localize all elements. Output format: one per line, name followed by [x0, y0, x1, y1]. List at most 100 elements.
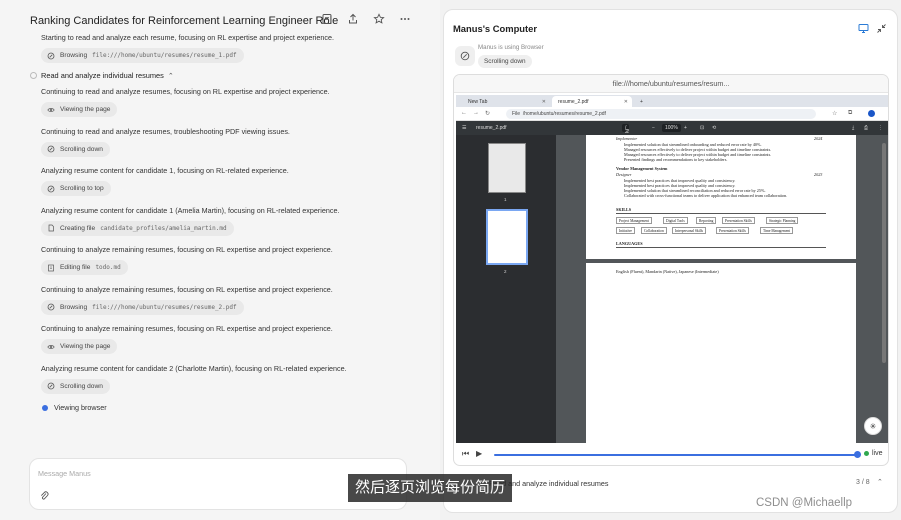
chip-label: Viewing the page — [60, 106, 111, 113]
action-chip[interactable]: Creating file candidate_profiles/amelia_m… — [41, 220, 234, 236]
play-icon[interactable]: ▶ — [476, 449, 482, 458]
live-label: live — [872, 450, 883, 457]
pdf-skill-tag: Strategic Planning — [766, 217, 799, 224]
share-icon[interactable] — [346, 12, 360, 26]
fit-page-icon[interactable]: ⊡ — [700, 125, 704, 131]
playback-track[interactable] — [494, 454, 856, 456]
chip-detail: file:///home/ubuntu/resumes/resume_2.pdf — [92, 303, 237, 311]
browser-window: New Tab ✕ resume_2.pdf ✕ + ← → ↻ File /hom… — [456, 95, 888, 443]
action-chip[interactable]: Scrolling down — [41, 141, 110, 157]
section-read-resumes[interactable]: Read and analyze individual resumes ⌃ — [30, 71, 174, 80]
profile-avatar[interactable] — [868, 110, 875, 117]
chip-label: Scrolling to top — [60, 185, 104, 192]
more-icon[interactable]: ⋮ — [878, 125, 883, 131]
print-icon[interactable]: ⎙ — [864, 125, 868, 131]
monitor-icon[interactable] — [858, 23, 869, 34]
step-text: Starting to read and analyze each resume… — [41, 33, 334, 42]
eye-icon — [46, 105, 55, 114]
file-icon — [46, 224, 55, 233]
chip-label: Scrolling down — [60, 382, 103, 390]
step-text: Continuing to read and analyze resumes, … — [41, 87, 330, 96]
chip-detail: todo.md — [95, 264, 121, 271]
action-chip[interactable]: Viewing the page — [41, 339, 118, 354]
thumbnail-page-1[interactable] — [488, 143, 526, 193]
more-icon[interactable] — [398, 12, 412, 26]
reload-icon[interactable]: ↻ — [485, 110, 490, 117]
pdf-skill-tag: Project Management — [616, 217, 652, 224]
zoom-in-icon[interactable]: + — [684, 125, 687, 131]
tab-label: New Tab — [468, 98, 488, 105]
playback-handle[interactable] — [854, 451, 861, 458]
skip-back-icon[interactable]: ⏮ — [462, 449, 469, 459]
forward-icon[interactable]: → — [473, 110, 479, 116]
pdf-skill-tag: Interpersonal Skills — [672, 227, 707, 234]
pdf-viewer[interactable]: Implementer 2024 Implemented solution th… — [556, 135, 888, 443]
step-text: Analyzing resume content for candidate 1… — [41, 205, 340, 215]
chip-label: Viewing the page — [60, 343, 111, 350]
browser-icon — [46, 382, 55, 391]
pdf-skill-tag: Collaboration — [641, 227, 667, 234]
action-chip[interactable]: Scrolling to top — [41, 181, 111, 196]
chip-label: Scrolling down — [60, 145, 103, 153]
browser-icon — [46, 184, 55, 193]
thumbnail-label: 1 — [504, 197, 507, 202]
section-label: Read and analyze individual resumes — [41, 71, 164, 80]
back-icon[interactable]: ← — [461, 110, 467, 116]
menu-icon[interactable]: ☰ — [462, 125, 466, 131]
action-chip[interactable]: Editing file todo.md — [41, 260, 128, 275]
pdf-skill-tag: Presentation Skills — [722, 217, 755, 224]
edit-icon[interactable] — [320, 12, 334, 26]
zoom-out-icon[interactable]: − — [652, 125, 655, 131]
pdf-bullet: Presented findings and recommendations t… — [624, 157, 728, 162]
live-indicator[interactable]: live — [864, 450, 883, 457]
pdf-scrollbar[interactable] — [882, 143, 886, 363]
rotate-icon[interactable]: ⟲ — [712, 125, 716, 131]
close-icon[interactable]: ✕ — [542, 99, 546, 105]
action-chip[interactable]: Scrolling down — [41, 378, 110, 394]
step-text: Continuing to analyze remaining resumes,… — [41, 245, 333, 254]
computer-title: Manus's Computer — [453, 23, 538, 34]
pdf-rule — [616, 247, 826, 248]
bookmark-icon[interactable]: ☆ — [832, 110, 837, 117]
address-bar[interactable]: File /home/ubuntu/resumes/resume_2.pdf — [506, 109, 816, 119]
zoom-level[interactable]: 100% — [662, 124, 681, 132]
pdf-skill-tag: Presentation Skills — [716, 227, 749, 234]
address-prefix: File — [512, 111, 521, 117]
pdf-skill-tag: Initiative — [616, 227, 635, 234]
pdf-languages: English (Fluent), Mandarin (Native), Jap… — [616, 269, 719, 274]
active-dot-icon — [42, 404, 48, 411]
download-icon[interactable]: ⤓ — [852, 125, 854, 131]
close-icon[interactable]: ✕ — [624, 99, 628, 105]
star-icon[interactable] — [372, 12, 386, 26]
browser-icon — [46, 303, 55, 312]
collapse-icon[interactable] — [876, 23, 887, 34]
step-text: Continuing to analyze remaining resumes,… — [41, 284, 333, 294]
pdf-skill-tag: Digital Tools — [663, 217, 688, 224]
computer-panel: Manus's Computer Manus is using Browser … — [443, 9, 898, 513]
edit-file-icon — [46, 263, 55, 272]
task-progress[interactable]: Read and analyze individual resumes 3 / … — [453, 471, 889, 497]
video-subtitle: 然后逐页浏览每份简历 — [348, 474, 513, 502]
action-chip[interactable]: Browsing file:///home/ubuntu/resumes/res… — [41, 48, 244, 63]
address-text: /home/ubuntu/resumes/resume_2.pdf — [522, 111, 606, 117]
live-dot-icon — [864, 451, 869, 456]
chevron-up-icon[interactable]: ⌃ — [877, 478, 883, 486]
chat-pane: Ranking Candidates for Reinforcement Lea… — [0, 0, 440, 520]
tab-new-tab[interactable]: New Tab ✕ — [462, 96, 550, 107]
attach-icon[interactable] — [39, 490, 49, 502]
pdf-year: 2023 — [814, 172, 823, 177]
tab-resume[interactable]: resume_2.pdf ✕ — [552, 96, 632, 107]
extensions-icon[interactable]: ⧉ — [848, 110, 852, 117]
thumbnail-page-2[interactable] — [486, 209, 528, 265]
message-input[interactable]: Message Manus — [38, 469, 91, 478]
pdf-skills-heading: SKILLS — [616, 207, 632, 212]
page-input[interactable]: 2 / 2 — [622, 124, 630, 135]
new-tab-button[interactable]: + — [634, 96, 646, 107]
step-text: Continuing to analyze remaining resumes,… — [41, 324, 333, 333]
action-chip[interactable]: Browsing file:///home/ubuntu/resumes/resu… — [41, 299, 244, 315]
task-title: Ranking Candidates for Reinforcement Lea… — [30, 15, 339, 27]
watermark: CSDN @Michaellp — [756, 497, 853, 509]
pdf-role: Implementer — [616, 136, 638, 141]
loading-icon[interactable]: ✳ — [864, 417, 882, 435]
action-chip[interactable]: Viewing the page — [41, 102, 118, 117]
